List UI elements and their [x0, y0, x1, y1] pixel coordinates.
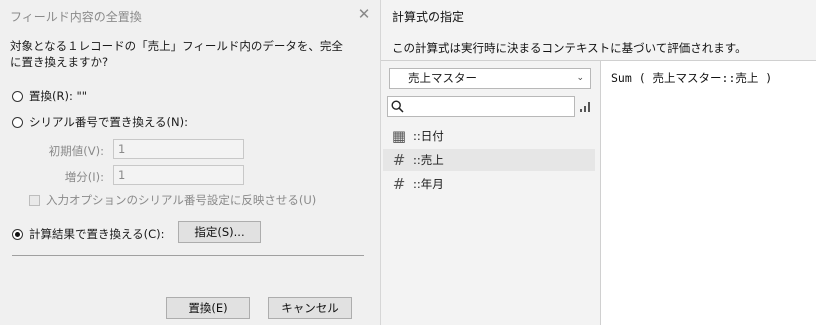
- chevron-down-icon: ⌄: [576, 73, 584, 83]
- cancel-button[interactable]: キャンセル: [268, 297, 352, 319]
- divider: [12, 255, 364, 256]
- update-serial-option[interactable]: 入力オプションのシリアル番号設定に反映させる(U): [29, 192, 316, 208]
- field-item-date[interactable]: ▦ ::日付: [383, 125, 595, 147]
- table-select[interactable]: 売上マスター ⌄: [389, 68, 591, 89]
- dialog-description: 対象となる１レコードの「売上」フィールド内のデータを、完全に置き換えますか?: [10, 39, 343, 69]
- initial-value-field[interactable]: 1: [113, 139, 244, 159]
- replace-radio[interactable]: [12, 90, 23, 102]
- field-list-pane: 売上マスター ⌄ ▦ ::日付 # ::売上 # ::年月: [381, 61, 601, 325]
- serial-option[interactable]: シリアル番号で置き換える(N):: [12, 114, 188, 130]
- calc-option[interactable]: 計算結果で置き換える(C):: [12, 226, 165, 242]
- search-input[interactable]: [387, 96, 575, 117]
- dialog-title: 計算式の指定: [392, 10, 465, 24]
- field-name: ::日付: [413, 129, 444, 143]
- increment-field[interactable]: 1: [113, 165, 244, 185]
- update-serial-label: 入力オプションのシリアル番号設定に反映させる(U): [46, 193, 317, 207]
- update-serial-checkbox[interactable]: [29, 194, 40, 206]
- specify-button[interactable]: 指定(S)...: [178, 221, 261, 243]
- serial-radio[interactable]: [12, 116, 23, 128]
- number-icon: #: [392, 151, 406, 169]
- calendar-icon: ▦: [391, 127, 407, 145]
- close-icon[interactable]: ✕: [354, 4, 374, 24]
- initial-value-label: 初期値(V):: [48, 144, 104, 158]
- number-icon: #: [392, 175, 406, 193]
- search-icon: [391, 100, 404, 113]
- field-item-year-month[interactable]: # ::年月: [383, 173, 595, 195]
- replace-field-contents-dialog: フィールド内容の全置換 ✕ 対象となる１レコードの「売上」フィールド内のデータを…: [0, 0, 381, 325]
- specify-calculation-dialog: 計算式の指定 この計算式は実行時に決まるコンテキストに基づいて評価されます。 売…: [381, 0, 816, 325]
- table-select-value: 売上マスター: [408, 71, 477, 85]
- formula-text[interactable]: Sum ( 売上マスター::売上 ): [611, 70, 772, 86]
- dialog-description: この計算式は実行時に決まるコンテキストに基づいて評価されます。: [392, 41, 747, 55]
- replace-option[interactable]: 置換(R): "": [12, 88, 87, 104]
- replace-button[interactable]: 置換(E): [166, 297, 250, 319]
- field-item-sales[interactable]: # ::売上: [383, 149, 595, 171]
- dialog-title: フィールド内容の全置換: [10, 10, 142, 24]
- formula-editor[interactable]: Sum ( 売上マスター::売上 ): [601, 61, 816, 325]
- calc-radio[interactable]: [12, 228, 23, 240]
- serial-option-label: シリアル番号で置き換える(N):: [29, 115, 188, 129]
- increment-label: 増分(I):: [64, 170, 104, 184]
- sort-icon[interactable]: [579, 99, 593, 113]
- replace-option-label: 置換(R): "": [29, 89, 88, 103]
- field-name: ::売上: [413, 153, 444, 167]
- calc-option-label: 計算結果で置き換える(C):: [29, 227, 165, 241]
- field-name: ::年月: [413, 177, 444, 191]
